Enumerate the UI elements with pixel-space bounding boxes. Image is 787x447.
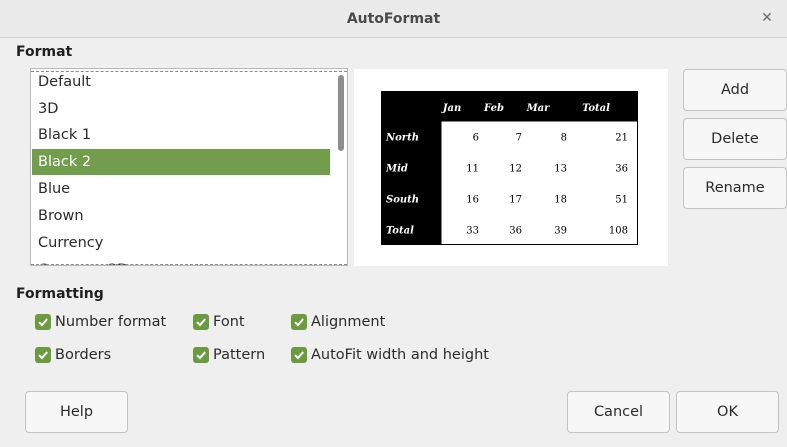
preview-cell-value: 12 xyxy=(509,164,522,175)
list-item-default[interactable]: Default xyxy=(32,69,330,95)
preview-cell-value: 36 xyxy=(509,226,522,237)
font-label: Font xyxy=(213,314,245,330)
check-icon xyxy=(193,314,209,330)
preview-row-label: Total xyxy=(386,226,414,237)
help-button[interactable]: Help xyxy=(25,391,128,433)
preview-column-header: Jan xyxy=(441,103,461,114)
preview-row-label: Mid xyxy=(385,164,408,175)
check-icon xyxy=(35,347,51,363)
preview-row-label: North xyxy=(385,133,419,144)
preview-column-header: Total xyxy=(582,103,610,114)
preview-table: Jan Feb Mar Total North 6 7 8 21 Mid 11 12 13 36 South… xyxy=(381,91,638,245)
list-item-black-2[interactable]: Black 2 xyxy=(32,149,330,175)
list-item-blue[interactable]: Blue xyxy=(32,176,330,202)
borders-label: Borders xyxy=(55,347,112,363)
format-section-label: Format xyxy=(16,44,73,60)
preview-cell-value: 13 xyxy=(554,164,567,175)
list-item-currency[interactable]: Currency xyxy=(32,230,330,256)
preview-row-label: South xyxy=(386,195,419,206)
formatting-section-label: Formatting xyxy=(16,286,104,302)
preview-cell-value: 17 xyxy=(509,195,522,206)
pattern-checkbox[interactable]: Pattern xyxy=(193,347,265,363)
preview-cell-value: 108 xyxy=(609,226,628,237)
close-icon[interactable]: ✕ xyxy=(759,10,775,26)
preview-cell-value: 21 xyxy=(615,133,628,144)
alignment-checkbox[interactable]: Alignment xyxy=(291,314,385,330)
cancel-button[interactable]: Cancel xyxy=(567,391,670,433)
check-icon xyxy=(291,314,307,330)
preview-cell-value: 39 xyxy=(554,226,567,237)
borders-checkbox[interactable]: Borders xyxy=(35,347,111,363)
check-icon xyxy=(193,347,209,363)
preview-cell-value: 36 xyxy=(615,164,628,175)
autofit-label: AutoFit width and height xyxy=(311,347,489,363)
delete-button[interactable]: Delete xyxy=(683,118,787,160)
preview-column-header: Feb xyxy=(483,103,504,114)
check-icon xyxy=(35,314,51,330)
preview-cell-value: 51 xyxy=(615,195,628,206)
number-format-label: Number format xyxy=(55,314,167,330)
preview-cell-value: 8 xyxy=(561,133,567,144)
rename-button[interactable]: Rename xyxy=(683,167,787,209)
preview-cell-value: 33 xyxy=(466,226,479,237)
preview-cell-value: 11 xyxy=(466,164,479,175)
pattern-label: Pattern xyxy=(213,347,266,363)
check-icon xyxy=(291,347,307,363)
font-checkbox[interactable]: Font xyxy=(193,314,245,330)
preview-cell-value: 16 xyxy=(466,195,479,206)
window-title: AutoFormat xyxy=(346,10,441,27)
title-bar: AutoFormat ✕ xyxy=(0,0,787,38)
autofit-checkbox[interactable]: AutoFit width and height xyxy=(291,347,489,363)
list-item-brown[interactable]: Brown xyxy=(32,203,330,229)
preview-cell-value: 7 xyxy=(516,133,522,144)
preview-cell-value: 6 xyxy=(473,133,479,144)
format-preview: Jan Feb Mar Total North 6 7 8 21 Mid 11 12 13 36 South… xyxy=(354,69,668,266)
number-format-checkbox[interactable]: Number format xyxy=(35,314,166,330)
preview-column-header: Mar xyxy=(526,103,551,114)
ok-button[interactable]: OK xyxy=(676,391,779,433)
alignment-label: Alignment xyxy=(311,314,386,330)
format-list[interactable]: Default 3D Black 1 Black 2 Blue Brown Cu… xyxy=(30,68,348,266)
preview-cell-value: 18 xyxy=(554,195,567,206)
list-bottom-border xyxy=(31,264,347,265)
list-scrollbar[interactable] xyxy=(338,75,344,151)
add-button[interactable]: Add xyxy=(683,69,787,111)
list-item-black-1[interactable]: Black 1 xyxy=(32,122,330,148)
list-item-3d[interactable]: 3D xyxy=(32,96,330,122)
